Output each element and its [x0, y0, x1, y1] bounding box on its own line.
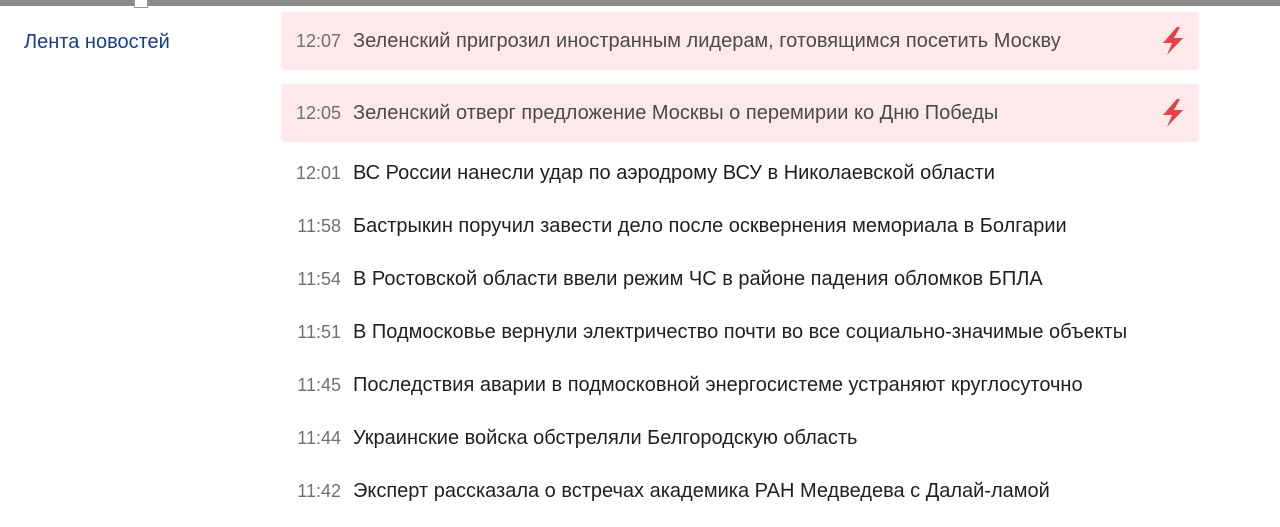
- news-item[interactable]: 11:54 В Ростовской области ввели режим Ч…: [281, 262, 1199, 292]
- news-headline[interactable]: В Ростовской области ввели режим ЧС в ра…: [353, 266, 1143, 292]
- news-headline[interactable]: Зеленский пригрозил иностранным лидерам,…: [353, 28, 1143, 54]
- news-feed: 12:07 Зеленский пригрозил иностранным ли…: [281, 12, 1199, 527]
- news-item[interactable]: 11:45 Последствия аварии в подмосковной …: [281, 368, 1199, 398]
- news-item[interactable]: 11:44 Украинские войска обстреляли Белго…: [281, 421, 1199, 451]
- top-bar: [0, 0, 1280, 6]
- news-headline[interactable]: Украинские войска обстреляли Белгородску…: [353, 425, 1143, 451]
- news-feed-heading[interactable]: Лента новостей: [24, 31, 170, 54]
- news-headline[interactable]: Эксперт рассказала о встречах академика …: [353, 478, 1143, 504]
- news-headline[interactable]: Зеленский отверг предложение Москвы о пе…: [353, 100, 1143, 126]
- news-headline[interactable]: В Подмосковье вернули электричество почт…: [353, 319, 1143, 345]
- news-time: 12:05: [295, 103, 341, 123]
- news-headline[interactable]: ВС России нанесли удар по аэродрому ВСУ …: [353, 160, 1143, 186]
- news-time: 11:42: [297, 481, 341, 501]
- news-time: 11:51: [297, 322, 341, 342]
- news-time: 12:01: [295, 163, 341, 183]
- lightning-icon: [1163, 99, 1183, 127]
- news-headline[interactable]: Последствия аварии в подмосковной энерго…: [353, 372, 1143, 398]
- news-time: 11:45: [297, 375, 341, 395]
- news-time: 11:58: [297, 216, 341, 236]
- news-item-urgent[interactable]: 12:07 Зеленский пригрозил иностранным ли…: [281, 12, 1199, 70]
- news-item[interactable]: 11:51 В Подмосковье вернули электричеств…: [281, 315, 1199, 345]
- news-time: 11:44: [297, 428, 341, 448]
- news-headline[interactable]: Бастрыкин поручил завести дело после оск…: [353, 213, 1143, 239]
- news-time: 12:07: [295, 31, 341, 51]
- news-item-urgent[interactable]: 12:05 Зеленский отверг предложение Москв…: [281, 84, 1199, 142]
- news-time: 11:54: [297, 269, 341, 289]
- news-item[interactable]: 11:42 Эксперт рассказала о встречах акад…: [281, 474, 1199, 504]
- scroll-handle[interactable]: [134, 0, 148, 8]
- lightning-icon: [1163, 27, 1183, 55]
- news-item[interactable]: 11:58 Бастрыкин поручил завести дело пос…: [281, 209, 1199, 239]
- news-item[interactable]: 12:01 ВС России нанесли удар по аэродром…: [281, 156, 1199, 186]
